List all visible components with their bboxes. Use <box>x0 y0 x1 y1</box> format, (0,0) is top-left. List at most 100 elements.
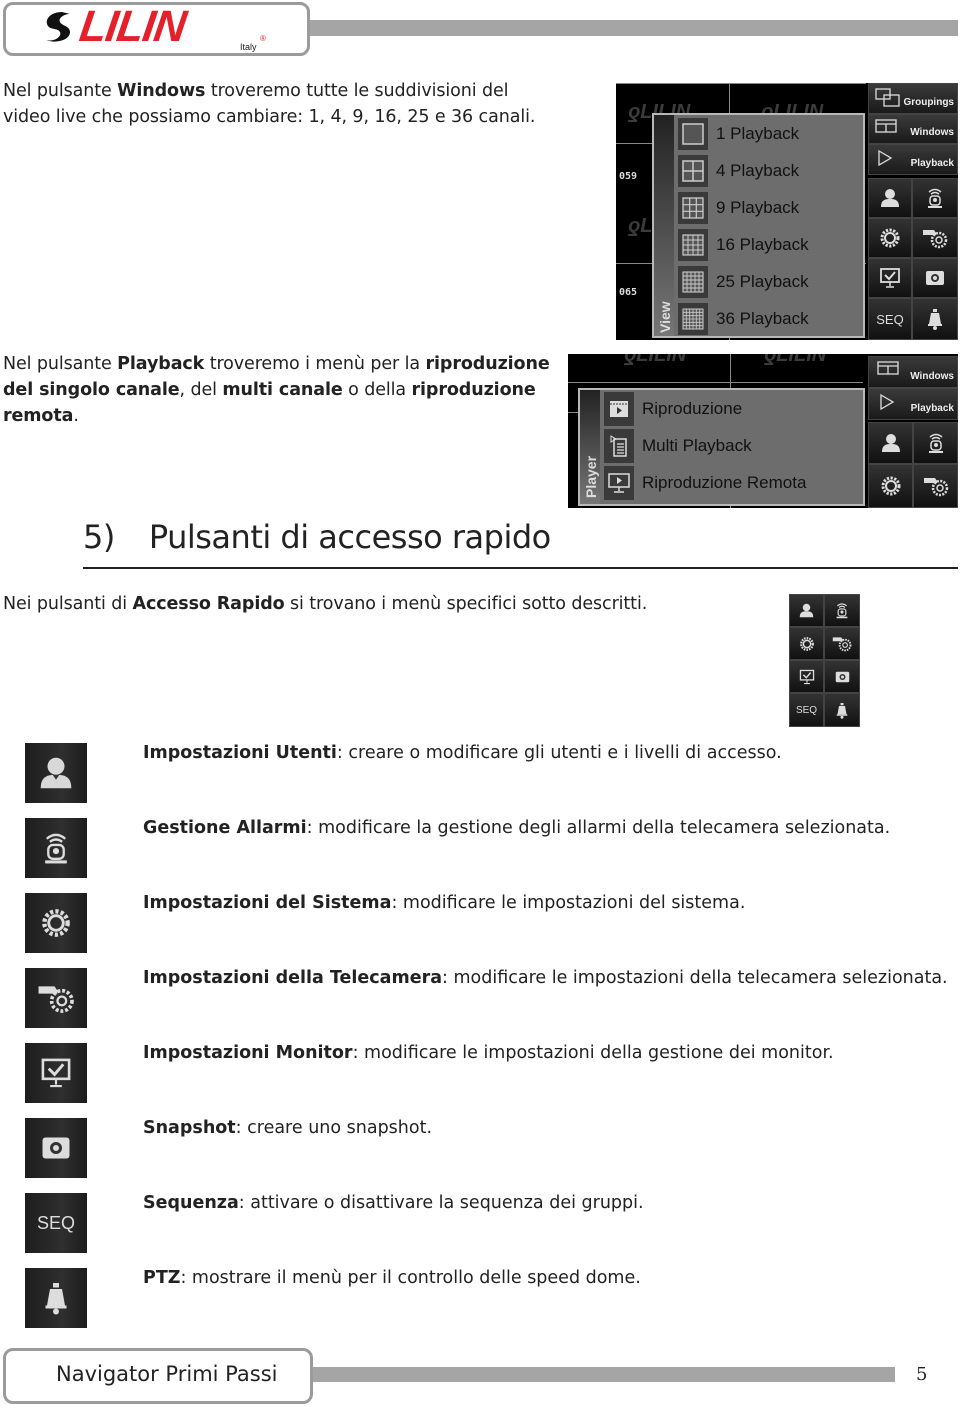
windows-label: Windows <box>910 127 954 138</box>
ptz-icon <box>836 702 848 719</box>
film-play-icon <box>604 392 634 426</box>
text: o della <box>342 380 412 400</box>
item-description: : modificare le impostazioni della telec… <box>442 968 948 988</box>
alarm-button[interactable] <box>824 594 860 627</box>
groupings-button[interactable]: Groupings <box>868 83 958 114</box>
bold-text: Accesso Rapido <box>132 594 285 614</box>
camera-settings-button[interactable] <box>912 218 958 258</box>
monitor-settings-button[interactable] <box>868 258 912 298</box>
text: troveremo i menù per la <box>204 354 426 374</box>
play-icon <box>880 393 895 411</box>
monitor-icon <box>799 669 814 684</box>
user-icon <box>25 743 87 803</box>
intro-playback-paragraph: Nel pulsante Playback troveremo i menù p… <box>3 351 553 429</box>
intro-windows-paragraph: Nel pulsante Windows troveremo tutte le … <box>3 78 553 130</box>
quick-item-sequence: Sequenza: attivare o disattivare la sequ… <box>143 1193 644 1213</box>
quick-access-panel: SEQ <box>789 594 860 727</box>
system-settings-button[interactable] <box>868 464 913 508</box>
camera-settings-icon <box>923 478 948 497</box>
menu-item-label: 9 Playback <box>716 198 800 217</box>
menu-item-label: 25 Playback <box>716 272 809 291</box>
text: . <box>73 406 79 426</box>
item-description: : creare uno snapshot. <box>235 1118 433 1138</box>
ptz-button[interactable] <box>912 298 958 340</box>
alarm-button[interactable] <box>912 178 958 218</box>
menu-item-label: 1 Playback <box>716 124 800 143</box>
item-title: Gestione Allarmi <box>143 818 307 838</box>
menu-item-9-playback[interactable]: 9 Playback <box>678 192 799 224</box>
camera-settings-button[interactable] <box>913 464 958 508</box>
sequence-button[interactable]: SEQ <box>868 298 912 340</box>
play-icon <box>878 149 893 167</box>
camera-settings-icon <box>25 968 87 1028</box>
seq-label: SEQ <box>876 311 904 327</box>
gear-icon <box>881 476 900 496</box>
menu-item-4-playback[interactable]: 4 Playback <box>678 155 799 187</box>
system-settings-button[interactable] <box>868 218 912 258</box>
header-bar <box>310 20 958 36</box>
ptz-button[interactable] <box>824 693 860 727</box>
menu-item-16-playback[interactable]: 16 Playback <box>678 229 809 261</box>
player-popup-menu: Player Riproduzione Multi Playback Ripro… <box>578 388 865 506</box>
section-divider <box>83 567 958 569</box>
quick-item-camera-settings: Impostazioni della Telecamera: modificar… <box>143 968 948 988</box>
view-popup-menu: View 1 Playback 4 Playback 9 Playback 16… <box>652 113 865 338</box>
quick-item-user-settings: Impostazioni Utenti: creare o modificare… <box>143 743 782 763</box>
snapshot-button[interactable] <box>824 660 860 693</box>
user-icon <box>881 189 899 207</box>
menu-item-1-playback[interactable]: 1 Playback <box>678 118 799 150</box>
camera-settings-button[interactable] <box>824 627 860 660</box>
grid-25-icon <box>678 266 708 298</box>
section-title: Pulsanti di accesso rapido <box>148 518 551 556</box>
text: Nei pulsanti di <box>3 594 133 614</box>
snapshot-icon <box>25 1118 87 1178</box>
playback-button[interactable]: Playback <box>868 388 958 420</box>
lilin-logo-mark-icon <box>46 12 70 42</box>
playback-label: Playback <box>910 403 954 414</box>
snapshot-icon <box>926 271 944 285</box>
user-settings-button[interactable] <box>868 422 913 464</box>
menu-item-label: Multi Playback <box>642 436 752 455</box>
seq-label: SEQ <box>36 1212 75 1233</box>
item-title: Impostazioni Utenti <box>143 743 337 763</box>
quick-item-ptz: PTZ: mostrare il menù per il controllo d… <box>143 1268 641 1288</box>
menu-item-riproduzione-remota[interactable]: Riproduzione Remota <box>604 466 806 500</box>
user-settings-button[interactable] <box>868 178 912 218</box>
playlist-icon <box>604 429 634 463</box>
camera-id: 065 <box>619 287 638 298</box>
groupings-label: Groupings <box>903 97 954 108</box>
sequence-button[interactable]: SEQ <box>789 693 824 727</box>
menu-item-label: Riproduzione <box>642 399 743 418</box>
grid-36-icon <box>678 303 708 335</box>
menu-item-25-playback[interactable]: 25 Playback <box>678 266 809 298</box>
snapshot-button[interactable] <box>912 258 958 298</box>
groupings-icon <box>875 88 900 107</box>
gear-icon <box>799 636 814 651</box>
item-description: : mostrare il menù per il controllo dell… <box>180 1268 641 1288</box>
grid-9-icon <box>678 192 708 224</box>
menu-item-36-playback[interactable]: 36 Playback <box>678 303 809 335</box>
alarm-icon <box>928 188 942 208</box>
playback-button[interactable]: Playback <box>868 144 958 175</box>
system-settings-button[interactable] <box>789 627 824 660</box>
section-intro-paragraph: Nei pulsanti di Accesso Rapido si trovan… <box>3 591 763 617</box>
alarm-button[interactable] <box>913 422 958 464</box>
quick-item-snapshot: Snapshot: creare uno snapshot. <box>143 1118 432 1138</box>
windows-icon <box>877 361 899 375</box>
camera-settings-icon <box>923 230 948 249</box>
alarm-icon <box>25 818 87 878</box>
item-description: : creare o modificare gli utenti e i liv… <box>336 743 782 763</box>
monitor-settings-button[interactable] <box>789 660 824 693</box>
windows-button[interactable]: Windows <box>868 114 958 144</box>
menu-item-riproduzione[interactable]: Riproduzione <box>604 392 742 426</box>
gear-icon <box>25 893 87 953</box>
menu-item-multi-playback[interactable]: Multi Playback <box>604 429 752 463</box>
windows-button[interactable]: Windows <box>868 356 958 388</box>
brand-subtitle: Italy <box>240 42 257 52</box>
item-title: Impostazioni del Sistema <box>143 893 392 913</box>
ptz-icon <box>928 309 942 330</box>
bold-text: Windows <box>117 81 206 101</box>
menu-item-label: 4 Playback <box>716 161 800 180</box>
user-settings-button[interactable] <box>789 594 824 627</box>
monitor-icon <box>25 1043 87 1103</box>
